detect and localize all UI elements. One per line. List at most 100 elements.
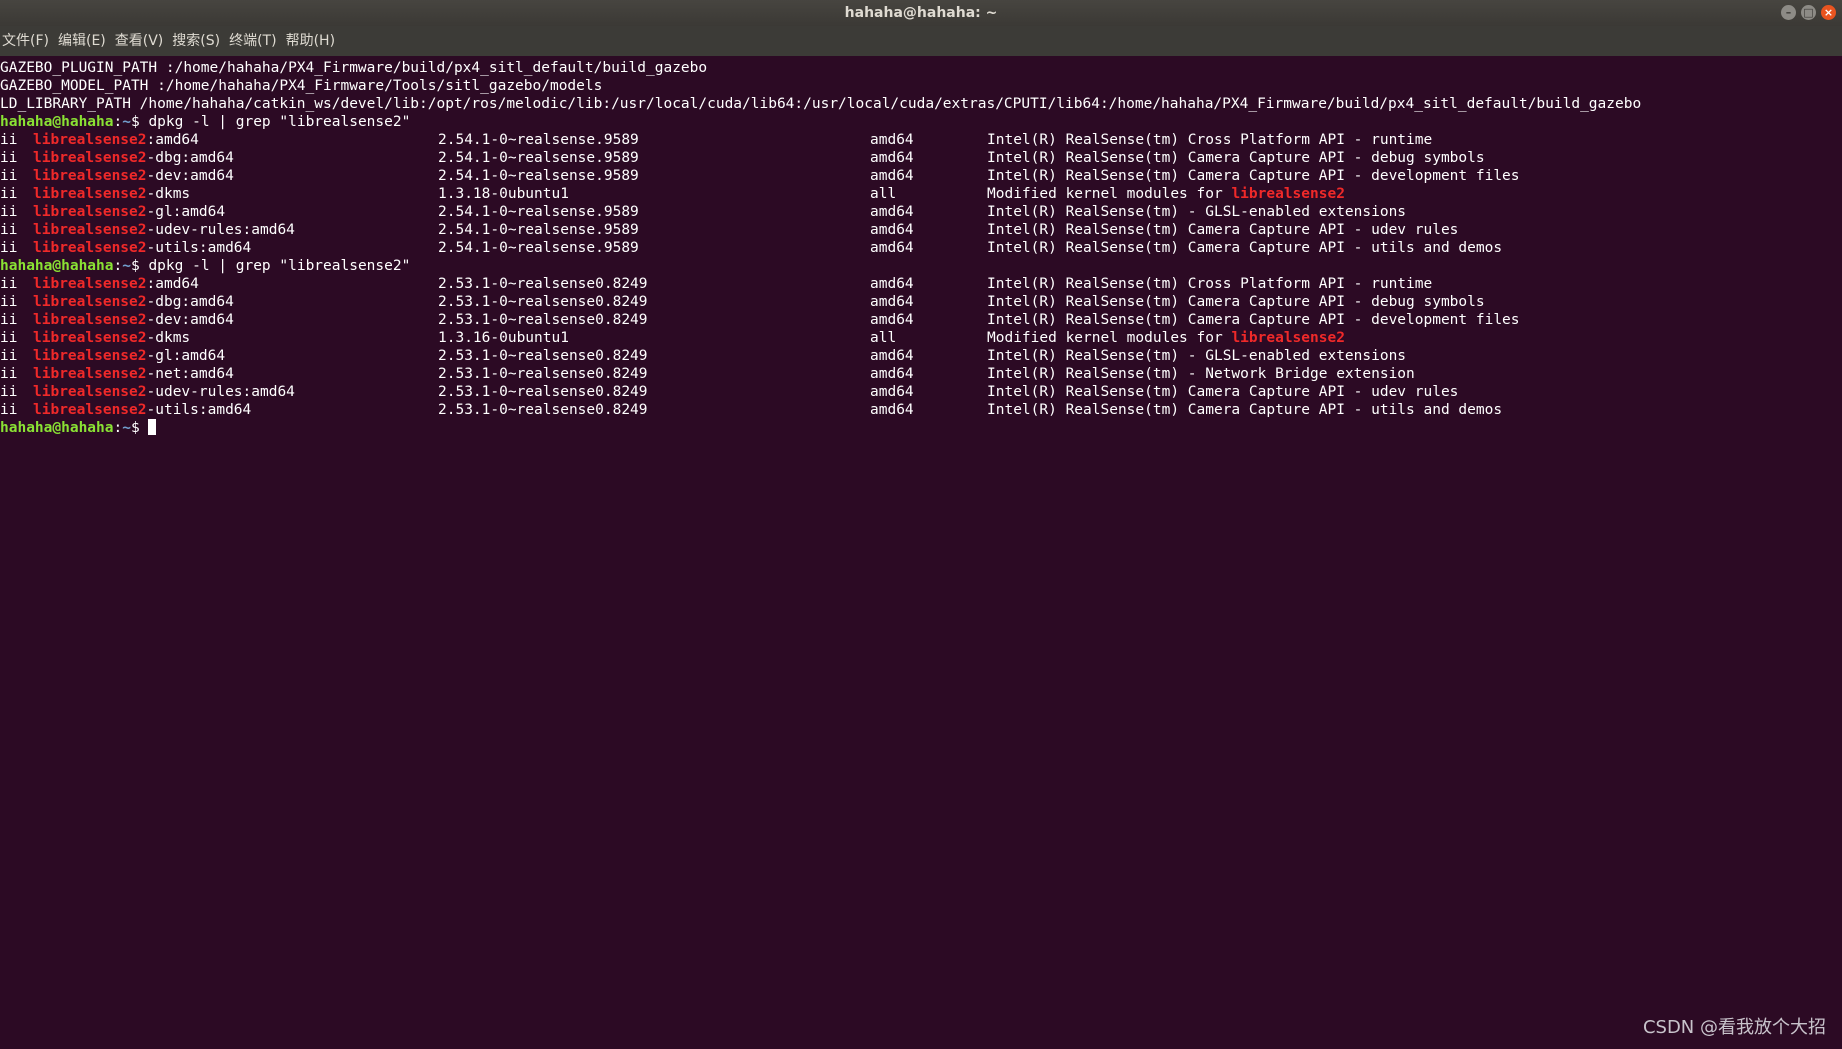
package-name-suffix: -utils:amd64 <box>146 402 252 418</box>
maximize-icon[interactable]: □ <box>1801 5 1816 20</box>
package-arch: amd64 <box>870 204 914 220</box>
command-text: dpkg -l | grep "librealsense2" <box>148 258 411 274</box>
package-name-match: librealsense2 <box>33 204 147 220</box>
package-description-text: Intel(R) RealSense(tm) Camera Capture AP… <box>987 222 1459 238</box>
package-status: ii <box>0 204 18 220</box>
package-name-match: librealsense2 <box>33 312 147 328</box>
package-row: ii librealsense2-gl:amd64 2.54.1-0~realsen… <box>0 203 1842 221</box>
package-name-suffix: -dkms <box>146 186 191 202</box>
package-arch: amd64 <box>870 384 914 400</box>
package-description-text: Intel(R) RealSense(tm) Camera Capture AP… <box>987 384 1459 400</box>
package-arch: amd64 <box>870 348 914 364</box>
package-description-text: Intel(R) RealSense(tm) Camera Capture AP… <box>987 402 1503 418</box>
package-name: librealsense2-dbg:amd64 <box>33 149 234 167</box>
package-name-match: librealsense2 <box>33 294 147 310</box>
prompt-line: hahaha@hahaha:~$ <box>0 419 1842 437</box>
menu-help[interactable]: 帮助(H) <box>284 26 342 56</box>
package-status: ii <box>0 150 18 166</box>
package-description: Intel(R) RealSense(tm) Camera Capture AP… <box>987 383 1458 401</box>
package-row: ii librealsense2-dkms 1.3.16-0ubuntu1 all Mo… <box>0 329 1842 347</box>
package-arch: amd64 <box>870 312 914 328</box>
package-row: ii librealsense2-dev:amd64 2.54.1-0~realse… <box>0 167 1842 185</box>
package-description: Modified kernel modules for librealsense… <box>987 185 1345 203</box>
package-row: ii librealsense2-udev-rules:amd64 2.53.1-0… <box>0 383 1842 401</box>
package-version: 1.3.16-0ubuntu1 <box>438 330 569 346</box>
env-line-text: GAZEBO_PLUGIN_PATH :/home/hahaha/PX4_Fir… <box>0 60 708 76</box>
package-name: librealsense2-udev-rules:amd64 <box>33 221 295 239</box>
package-name-suffix: -gl:amd64 <box>146 348 226 364</box>
menu-view[interactable]: 查看(V) <box>113 26 171 56</box>
package-row: ii librealsense2:amd64 2.53.1-0~realsense0… <box>0 275 1842 293</box>
prompt-separator: : <box>113 114 123 130</box>
env-line-text: GAZEBO_MODEL_PATH :/home/hahaha/PX4_Firm… <box>0 78 603 94</box>
command-text: dpkg -l | grep "librealsense2" <box>148 114 411 130</box>
package-row: ii librealsense2-dbg:amd64 2.54.1-0~realse… <box>0 149 1842 167</box>
package-arch: amd64 <box>870 150 914 166</box>
package-description-text: Intel(R) RealSense(tm) - Network Bridge … <box>987 366 1415 382</box>
menu-edit[interactable]: 编辑(E) <box>56 26 113 56</box>
package-row: ii librealsense2-dbg:amd64 2.53.1-0~realse… <box>0 293 1842 311</box>
package-version: 2.54.1-0~realsense.9589 <box>438 150 639 166</box>
package-status: ii <box>0 240 18 256</box>
prompt-symbol: $ <box>130 114 149 130</box>
package-description-text: Intel(R) RealSense(tm) Camera Capture AP… <box>987 240 1503 256</box>
package-status: ii <box>0 132 18 148</box>
package-row: ii librealsense2-utils:amd64 2.54.1-0~real… <box>0 239 1842 257</box>
package-description-text: Intel(R) RealSense(tm) Cross Platform AP… <box>987 132 1433 148</box>
package-name: librealsense2:amd64 <box>33 131 199 149</box>
package-description: Intel(R) RealSense(tm) - Network Bridge … <box>987 365 1415 383</box>
package-name-match: librealsense2 <box>33 276 147 292</box>
package-description-text: Intel(R) RealSense(tm) Cross Platform AP… <box>987 276 1433 292</box>
package-status: ii <box>0 312 18 328</box>
package-status: ii <box>0 402 18 418</box>
package-arch: amd64 <box>870 240 914 256</box>
package-arch: amd64 <box>870 366 914 382</box>
terminal-output[interactable]: GAZEBO_PLUGIN_PATH :/home/hahaha/PX4_Fir… <box>0 59 1842 1049</box>
close-icon[interactable]: × <box>1821 5 1836 20</box>
package-status: ii <box>0 348 18 364</box>
package-name: librealsense2-utils:amd64 <box>33 401 251 419</box>
env-line-text: LD_LIBRARY_PATH /home/hahaha/catkin_ws/d… <box>0 96 1642 112</box>
package-arch: amd64 <box>870 276 914 292</box>
package-description: Intel(R) RealSense(tm) Camera Capture AP… <box>987 311 1520 329</box>
menu-file[interactable]: 文件(F) <box>0 26 56 56</box>
package-name-match: librealsense2 <box>33 186 147 202</box>
package-status: ii <box>0 276 18 292</box>
prompt-user: hahaha@hahaha <box>0 258 114 274</box>
package-description-match: librealsense2 <box>1231 330 1345 346</box>
package-name-match: librealsense2 <box>33 384 147 400</box>
package-description: Intel(R) RealSense(tm) Cross Platform AP… <box>987 275 1432 293</box>
prompt-symbol: $ <box>130 258 149 274</box>
prompt-path: ~ <box>122 420 131 436</box>
package-version: 2.54.1-0~realsense.9589 <box>438 240 639 256</box>
package-description: Intel(R) RealSense(tm) Camera Capture AP… <box>987 239 1502 257</box>
package-arch: amd64 <box>870 132 914 148</box>
package-arch: amd64 <box>870 402 914 418</box>
window-titlebar[interactable]: hahaha@hahaha: ~ – □ × <box>0 0 1842 26</box>
package-row: ii librealsense2-net:amd64 2.53.1-0~realse… <box>0 365 1842 383</box>
package-status: ii <box>0 384 18 400</box>
minimize-icon[interactable]: – <box>1781 5 1796 20</box>
package-version: 2.53.1-0~realsense0.8249 <box>438 366 648 382</box>
package-row: ii librealsense2-dev:amd64 2.53.1-0~realse… <box>0 311 1842 329</box>
package-arch: amd64 <box>870 168 914 184</box>
package-name-suffix: -dev:amd64 <box>146 168 234 184</box>
package-name: librealsense2-gl:amd64 <box>33 347 225 365</box>
package-arch: all <box>870 330 897 346</box>
package-arch: all <box>870 186 897 202</box>
package-row: ii librealsense2:amd64 2.54.1-0~realsense.… <box>0 131 1842 149</box>
cursor <box>148 419 157 435</box>
package-description: Intel(R) RealSense(tm) Camera Capture AP… <box>987 221 1458 239</box>
menu-search[interactable]: 搜索(S) <box>170 26 227 56</box>
package-name-match: librealsense2 <box>33 150 147 166</box>
package-row: ii librealsense2-udev-rules:amd64 2.54.1-0… <box>0 221 1842 239</box>
package-name-suffix: :amd64 <box>146 132 199 148</box>
menu-terminal[interactable]: 终端(T) <box>227 26 283 56</box>
package-description-text: Modified kernel modules for <box>987 330 1232 346</box>
package-description: Intel(R) RealSense(tm) Cross Platform AP… <box>987 131 1432 149</box>
prompt-user: hahaha@hahaha <box>0 420 114 436</box>
package-status: ii <box>0 168 18 184</box>
package-row: ii librealsense2-gl:amd64 2.53.1-0~realsen… <box>0 347 1842 365</box>
package-arch: amd64 <box>870 294 914 310</box>
env-line: LD_LIBRARY_PATH /home/hahaha/catkin_ws/d… <box>0 95 1842 113</box>
